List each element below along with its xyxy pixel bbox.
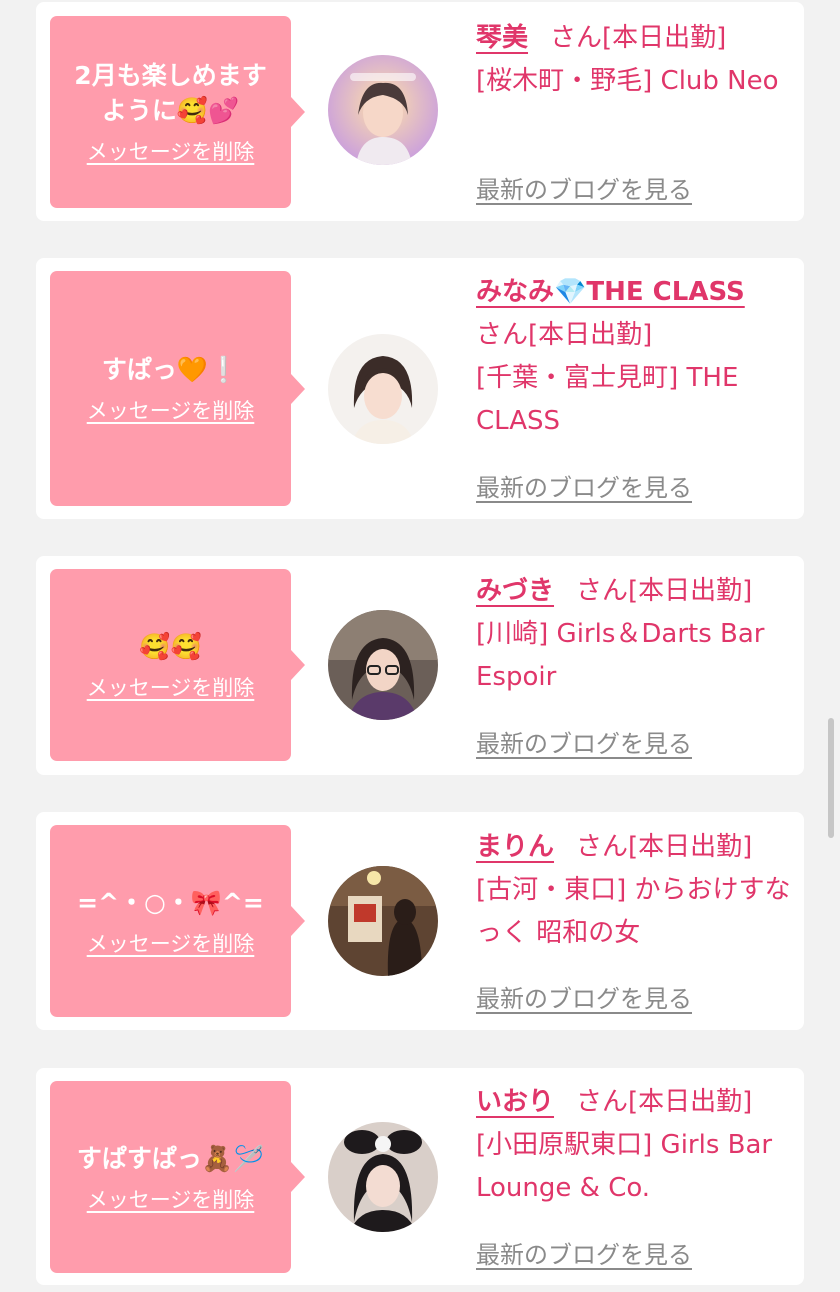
cast-info: まりん さん[本日出勤] [古河・東口] からおけすなっく 昭和の女 [476,826,796,955]
latest-blog-link[interactable]: 最新のブログを見る [476,170,692,205]
avatar[interactable] [328,866,438,976]
latest-blog-link[interactable]: 最新のブログを見る [476,1235,692,1270]
latest-blog-link[interactable]: 最新のブログを見る [476,724,692,759]
cast-name-link[interactable]: 琴美 [476,23,528,53]
delete-message-link[interactable]: メッセージを削除 [87,1184,255,1214]
scrollbar[interactable] [828,718,834,838]
message-card: 2月も楽しめますように🥰💕 メッセージを削除 琴美 さん[本日出勤] [桜木町・野… [36,2,804,221]
cast-info: いおり さん[本日出勤] [小田原駅東口] Girls Bar Lounge & … [476,1081,796,1210]
latest-blog-link[interactable]: 最新のブログを見る [476,979,692,1014]
message-text: すぱすぱっ🧸🪡 [76,1143,265,1173]
cast-info: みなみ💎THE CLASS さん[本日出勤] [千葉・富士見町] THE CLA… [476,271,796,443]
delete-message-link[interactable]: メッセージを削除 [87,395,255,425]
message-card: すぱすぱっ🧸🪡 メッセージを削除 いおり さん[本日出勤] [小田原駅東口] Gi… [36,1068,804,1285]
avatar[interactable] [328,334,438,444]
avatar[interactable] [328,610,438,720]
message-card: =^・○・🎀^= メッセージを削除 まりん さん[本日出勤] [古河・東口] から… [36,812,804,1030]
cast-name-link[interactable]: いおり [476,1087,554,1117]
shop-name: [桜木町・野毛] Club Neo [476,66,779,96]
latest-blog-link[interactable]: 最新のブログを見る [476,468,692,503]
cast-info: みづき さん[本日出勤] [川崎] Girls＆Darts Bar Espoir [476,570,796,699]
cast-name-link[interactable]: まりん [476,832,554,862]
message-card: すぱっ🧡❕ メッセージを削除 みなみ💎THE CLASS さん[本日出勤] [千… [36,258,804,519]
delete-message-link[interactable]: メッセージを削除 [87,928,255,958]
message-bubble: 🥰🥰 メッセージを削除 [50,569,305,761]
shop-name: [古河・東口] からおけすなっく 昭和の女 [476,875,791,948]
delete-message-link[interactable]: メッセージを削除 [87,672,255,702]
avatar[interactable] [328,55,438,165]
shop-name: [千葉・富士見町] THE CLASS [476,363,739,436]
message-bubble: すぱっ🧡❕ メッセージを削除 [50,271,305,506]
message-text: =^・○・🎀^= [77,887,264,917]
message-text: 2月も楽しめますように🥰💕 [74,61,267,125]
delete-message-link[interactable]: メッセージを削除 [87,136,255,166]
cast-status: さん[本日出勤] [576,1087,753,1117]
message-bubble: 2月も楽しめますように🥰💕 メッセージを削除 [50,16,305,208]
message-bubble: =^・○・🎀^= メッセージを削除 [50,825,305,1017]
message-text: 🥰🥰 [139,631,202,661]
shop-name: [小田原駅東口] Girls Bar Lounge & Co. [476,1130,773,1203]
cast-status: さん[本日出勤] [476,320,653,350]
cast-status: さん[本日出勤] [576,576,753,606]
cast-name-link[interactable]: みづき [476,576,554,606]
cast-status: さん[本日出勤] [550,23,727,53]
message-text: すぱっ🧡❕ [101,355,240,384]
avatar[interactable] [328,1122,438,1232]
shop-name: [川崎] Girls＆Darts Bar Espoir [476,619,765,692]
cast-info: 琴美 さん[本日出勤] [桜木町・野毛] Club Neo [476,17,796,103]
message-card: 🥰🥰 メッセージを削除 みづき さん[本日出勤] [川崎] Girls＆Darts… [36,556,804,775]
message-bubble: すぱすぱっ🧸🪡 メッセージを削除 [50,1081,305,1273]
cast-status: さん[本日出勤] [576,832,753,862]
cast-name-link[interactable]: みなみ💎THE CLASS [476,277,745,307]
